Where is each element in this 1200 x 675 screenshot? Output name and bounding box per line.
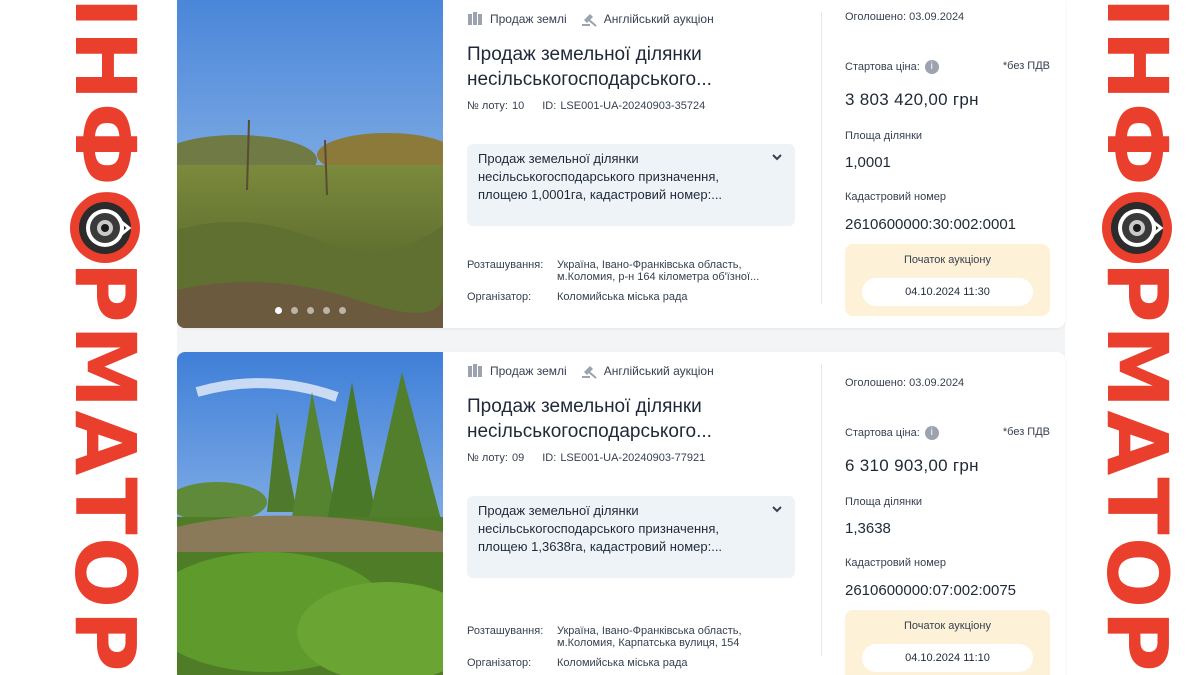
carousel-dot[interactable]: [338, 307, 346, 314]
start-price-row: Стартова ціна: i *без ПДВ: [845, 60, 1050, 74]
location-label: Розташування:: [467, 625, 544, 637]
listing-main: Продаж землі Англійський аукціон Продаж …: [467, 352, 797, 675]
watermark-text: ІНФОРМАТОР: [1088, 0, 1186, 674]
vat-note: *без ПДВ: [1002, 60, 1050, 72]
organizer-value: Коломийська міська рада: [557, 657, 688, 669]
lot-label: № лоту:: [467, 452, 508, 464]
lot-info: № лоту: 10 ID: LSE001-UA-20240903-35724: [467, 100, 705, 112]
watermark-right: ІНФОРМАТОР: [1088, 0, 1186, 673]
auction-start-box: Початок аукціону 04.10.2024 11:30: [845, 244, 1050, 316]
start-price-value: 6 310 903,00 грн: [845, 456, 979, 475]
id-value: LSE001-UA-20240903-35724: [560, 100, 706, 112]
chevron-down-icon[interactable]: [771, 152, 783, 162]
id-label: ID:: [542, 100, 557, 112]
cadastral-value: 2610600000:30:002:0001: [845, 216, 1017, 233]
divider: [821, 12, 822, 304]
location-value: Україна, Івано-Франківська область, м.Ко…: [557, 625, 742, 649]
carousel-dot[interactable]: [290, 307, 298, 314]
land-plot-icon: [468, 364, 482, 377]
listing-side: Оголошено: 03.09.2024 Стартова ціна: i *б…: [845, 352, 1050, 675]
area-label: Площа ділянки: [845, 130, 923, 142]
announced-date: 03.09.2024: [909, 11, 965, 23]
announced-label: Оголошено:: [845, 11, 907, 23]
organizer-label: Організатор:: [467, 291, 532, 303]
cadastral-label: Кадастровий номер: [845, 557, 947, 569]
description-box[interactable]: Продаж земельної ділянки несільськогоспо…: [467, 144, 795, 226]
location-row: Розташування: Україна, Івано-Франківська…: [467, 259, 789, 283]
cadastral-value: 2610600000:07:002:0075: [845, 582, 1017, 599]
field-photo: [177, 352, 443, 675]
description-box[interactable]: Продаж земельної ділянки несільськогоспо…: [467, 496, 795, 578]
lot-number: 10: [512, 100, 525, 112]
listing-tags: Продаж землі Англійський аукціон: [467, 363, 728, 379]
listing-side: Оголошено: 03.09.2024 Стартова ціна: i *б…: [845, 0, 1050, 328]
start-price-label: Стартова ціна:: [845, 60, 920, 73]
tag-auction-type-label: Англійський аукціон: [603, 12, 714, 26]
listing-photo-carousel[interactable]: [177, 0, 443, 328]
watermark-text: ІНФОРМАТОР: [56, 0, 154, 674]
announced-label: Оголошено:: [845, 377, 907, 389]
tag-auction-type: Англійський аукціон: [581, 11, 714, 27]
start-price-value: 3 803 420,00 грн: [845, 90, 979, 109]
tag-auction-type-label: Англійський аукціон: [603, 364, 714, 378]
tag-sale-type: Продаж землі: [467, 11, 567, 27]
gavel-icon: [581, 14, 597, 27]
field-photo: [177, 0, 443, 328]
auction-start-label: Початок аукціону: [903, 254, 992, 266]
announced: Оголошено: 03.09.2024: [845, 377, 964, 389]
info-icon[interactable]: i: [924, 60, 939, 74]
listing-title[interactable]: Продаж земельної ділянки несільськогоспо…: [467, 42, 797, 92]
vat-note: *без ПДВ: [1002, 426, 1050, 438]
lot-info: № лоту: 09 ID: LSE001-UA-20240903-77921: [467, 452, 705, 464]
land-plot-icon: [468, 12, 482, 25]
location-value: Україна, Івано-Франківська область, м.Ко…: [557, 259, 760, 283]
listing-card[interactable]: Продаж землі Англійський аукціон Продаж …: [177, 352, 1065, 675]
camera-lens-logo-icon: [70, 193, 140, 263]
tag-auction-type: Англійський аукціон: [581, 363, 714, 379]
listing-photo-carousel[interactable]: [177, 352, 443, 675]
description-text: Продаж земельної ділянки несільськогоспо…: [478, 151, 723, 202]
lot-number: 09: [512, 452, 525, 464]
description-text: Продаж земельної ділянки несільськогоспо…: [478, 503, 723, 554]
tag-sale-type-label: Продаж землі: [490, 364, 567, 378]
organizer-value: Коломийська міська рада: [557, 291, 688, 303]
camera-lens-logo-icon: [1102, 193, 1172, 263]
listing-card[interactable]: Продаж землі Англійський аукціон Продаж …: [177, 0, 1065, 328]
area-label: Площа ділянки: [845, 496, 923, 508]
listing-main: Продаж землі Англійський аукціон Продаж …: [467, 0, 797, 328]
cadastral-label: Кадастровий номер: [845, 191, 947, 203]
carousel-dot[interactable]: [306, 307, 314, 314]
chevron-down-icon[interactable]: [771, 504, 783, 514]
id-label: ID:: [542, 452, 557, 464]
auction-list: Продаж землі Англійський аукціон Продаж …: [177, 0, 1065, 675]
announced: Оголошено: 03.09.2024: [845, 11, 964, 23]
area-value: 1,3638: [845, 520, 891, 537]
gavel-icon: [581, 366, 597, 379]
auction-start-box: Початок аукціону 04.10.2024 11:10: [845, 610, 1050, 675]
listing-title[interactable]: Продаж земельної ділянки несільськогоспо…: [467, 394, 797, 444]
location-row: Розташування: Україна, Івано-Франківська…: [467, 625, 789, 649]
tag-sale-type: Продаж землі: [467, 363, 567, 379]
organizer-row: Організатор: Коломийська міська рада: [467, 291, 789, 303]
start-price-label: Стартова ціна:: [845, 426, 920, 439]
info-icon[interactable]: i: [924, 426, 939, 440]
auction-start-date: 04.10.2024 11:30: [862, 278, 1033, 306]
organizer-row: Організатор: Коломийська міська рада: [467, 657, 789, 669]
divider: [821, 364, 822, 656]
id-value: LSE001-UA-20240903-77921: [560, 452, 706, 464]
carousel-dot[interactable]: [322, 307, 330, 314]
location-label: Розташування:: [467, 259, 544, 271]
carousel-dot[interactable]: [274, 307, 282, 314]
tag-sale-type-label: Продаж землі: [490, 12, 567, 26]
organizer-label: Організатор:: [467, 657, 532, 669]
carousel-dots: [177, 307, 443, 314]
auction-start-label: Початок аукціону: [903, 620, 992, 632]
listing-tags: Продаж землі Англійський аукціон: [467, 11, 728, 27]
announced-date: 03.09.2024: [909, 377, 965, 389]
watermark-left: ІНФОРМАТОР: [56, 0, 154, 673]
lot-label: № лоту:: [467, 100, 508, 112]
area-value: 1,0001: [845, 154, 891, 171]
start-price-row: Стартова ціна: i *без ПДВ: [845, 426, 1050, 440]
auction-start-date: 04.10.2024 11:10: [862, 644, 1033, 672]
